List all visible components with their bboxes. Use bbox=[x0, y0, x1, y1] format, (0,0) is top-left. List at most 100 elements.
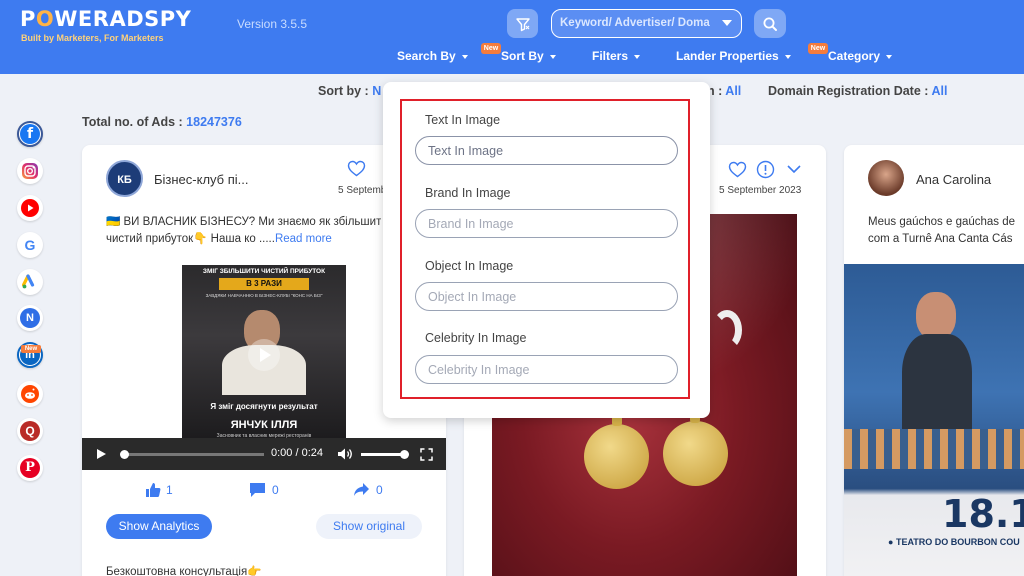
ad-card[interactable]: Ana Carolina Meus gaúchos e gaúchas de c… bbox=[844, 145, 1024, 576]
read-more-link[interactable]: Read more bbox=[275, 233, 332, 245]
volume-handle[interactable] bbox=[400, 450, 409, 459]
video-subheadline: ЗАВДЯКИ НАВЧАННЮ В БІЗНЕС-КЛУБІ "КОНС НА… bbox=[205, 293, 323, 298]
chevron-down-icon[interactable] bbox=[786, 164, 802, 174]
nav-category[interactable]: Category bbox=[828, 49, 893, 63]
nav-search-by[interactable]: Search By bbox=[397, 49, 468, 63]
comments-count: 0 bbox=[249, 482, 279, 498]
poster-venue: ● TEATRO DO BOURBON COU bbox=[888, 537, 1020, 547]
heart-icon[interactable] bbox=[347, 160, 366, 177]
video-headline: ЗМІГ ЗБІЛЬШИТИ ЧИСТИЙ ПРИБУТОК bbox=[202, 268, 326, 275]
keyword-type-select[interactable]: Keyword/ Advertiser/ Doma bbox=[551, 9, 742, 38]
ad-text-line: чистий прибуток👇 Наша ко .....Read more bbox=[106, 233, 332, 245]
info-icon[interactable] bbox=[756, 160, 775, 179]
chevron-down-icon bbox=[549, 54, 556, 59]
ornament-right bbox=[663, 421, 728, 486]
video-frame: ЗМІГ ЗБІЛЬШИТИ ЧИСТИЙ ПРИБУТОК В 3 РАЗИ … bbox=[182, 265, 346, 441]
reddit-icon[interactable] bbox=[17, 381, 43, 407]
image-object bbox=[712, 310, 742, 350]
play-icon bbox=[260, 348, 271, 362]
advertiser-name[interactable]: Ana Carolina bbox=[916, 172, 991, 187]
play-icon[interactable] bbox=[97, 449, 106, 459]
show-analytics-button[interactable]: Show Analytics bbox=[106, 514, 212, 539]
volume-icon[interactable] bbox=[337, 447, 353, 461]
native-icon[interactable]: N bbox=[17, 305, 43, 331]
heart-icon[interactable] bbox=[728, 161, 747, 178]
quora-icon[interactable]: Q bbox=[17, 418, 43, 444]
instagram-icon[interactable] bbox=[17, 158, 43, 184]
nav-sort-by[interactable]: Sort By bbox=[501, 49, 556, 63]
object-in-image-label: Object In Image bbox=[425, 259, 514, 273]
filter-icon bbox=[515, 17, 530, 31]
brand-in-image-input[interactable] bbox=[415, 209, 678, 238]
object-in-image-input[interactable] bbox=[415, 282, 678, 311]
quora-glyph: Q bbox=[20, 421, 40, 441]
linkedin-icon[interactable]: in New bbox=[17, 342, 43, 368]
ad-image[interactable]: 18.1 ● TEATRO DO BOURBON COU bbox=[844, 264, 1024, 576]
volume-slider[interactable] bbox=[361, 450, 409, 459]
poweradspy-logo[interactable]: POWERADSPY bbox=[20, 7, 191, 31]
native-glyph: N bbox=[20, 308, 40, 328]
video-person-name: ЯНЧУК ІЛЛЯ bbox=[230, 419, 298, 431]
chevron-down-icon bbox=[461, 54, 468, 59]
google-icon[interactable]: G bbox=[17, 232, 43, 258]
video-time: 0:00 / 0:24 bbox=[271, 447, 323, 459]
sort-by-filter[interactable]: Sort by : N bbox=[318, 84, 381, 98]
nav-lander-properties[interactable]: Lander Properties bbox=[676, 49, 791, 63]
top-header: POWERADSPY Built by Marketers, For Marke… bbox=[0, 0, 1024, 74]
search-icon bbox=[763, 17, 777, 31]
video-progress-handle[interactable] bbox=[120, 450, 129, 459]
comment-icon bbox=[250, 483, 265, 497]
video-headline-highlight: В 3 РАЗИ bbox=[219, 278, 309, 290]
youtube-icon[interactable] bbox=[17, 195, 43, 221]
video-progress-track[interactable] bbox=[120, 450, 264, 459]
share-icon bbox=[354, 483, 369, 496]
pinterest-icon[interactable]: P bbox=[17, 455, 43, 481]
new-badge: New bbox=[808, 43, 828, 54]
celebrity-in-image-input[interactable] bbox=[415, 355, 678, 384]
likes-count: 1 bbox=[145, 482, 173, 498]
google-ads-icon[interactable] bbox=[17, 269, 43, 295]
text-in-image-label: Text In Image bbox=[425, 113, 501, 127]
search-button[interactable] bbox=[754, 9, 786, 38]
chevron-down-icon bbox=[722, 20, 732, 26]
ad-date: 5 September 2023 bbox=[719, 185, 802, 196]
youtube-glyph bbox=[21, 199, 39, 217]
poster-date: 18.1 bbox=[942, 492, 1024, 536]
total-ads-count: Total no. of Ads : 18247376 bbox=[82, 115, 242, 129]
facebook-glyph: f bbox=[20, 124, 40, 144]
ad-date: 5 Septemb bbox=[338, 185, 387, 196]
location-pin-icon: ● bbox=[888, 537, 894, 547]
version-label: Version 3.5.5 bbox=[237, 17, 308, 31]
google-ads-glyph bbox=[22, 274, 35, 289]
show-original-button[interactable]: Show original bbox=[316, 514, 422, 539]
advertiser-avatar: КБ bbox=[106, 160, 143, 197]
shares-count: 0 bbox=[353, 482, 383, 497]
position-filter[interactable]: n : All bbox=[707, 84, 741, 98]
advertiser-name[interactable]: Бізнес-клуб пі... bbox=[154, 172, 249, 187]
celebrity-in-image-label: Celebrity In Image bbox=[425, 331, 527, 345]
reddit-glyph bbox=[21, 385, 39, 403]
ornament-left bbox=[584, 424, 649, 489]
domain-registration-filter[interactable]: Domain Registration Date : All bbox=[768, 84, 947, 98]
filter-button[interactable] bbox=[507, 9, 538, 38]
singer-head bbox=[916, 292, 956, 340]
logo-tagline: Built by Marketers, For Marketers bbox=[21, 33, 164, 43]
fullscreen-icon[interactable] bbox=[420, 448, 433, 461]
ad-text-line: com a Turnê Ana Canta Cás bbox=[868, 233, 1013, 245]
like-icon bbox=[146, 483, 161, 497]
new-badge: New bbox=[481, 43, 501, 54]
singer-body bbox=[902, 334, 972, 444]
advertiser-avatar bbox=[868, 160, 904, 196]
pinterest-glyph: P bbox=[20, 458, 40, 478]
crowd-hands bbox=[844, 429, 1024, 469]
video-controls: 0:00 / 0:24 bbox=[82, 438, 446, 470]
new-badge: New bbox=[21, 345, 41, 353]
ad-text-line: Meus gaúchos e gaúchas de bbox=[868, 216, 1016, 228]
facebook-icon[interactable]: f bbox=[17, 121, 43, 147]
nav-filters[interactable]: Filters bbox=[592, 49, 641, 63]
image-filter-dropdown: Text In Image Brand In Image Object In I… bbox=[383, 82, 710, 418]
chevron-down-icon bbox=[634, 54, 641, 59]
play-overlay[interactable] bbox=[248, 339, 280, 371]
chevron-down-icon bbox=[886, 54, 893, 59]
text-in-image-input[interactable] bbox=[415, 136, 678, 165]
